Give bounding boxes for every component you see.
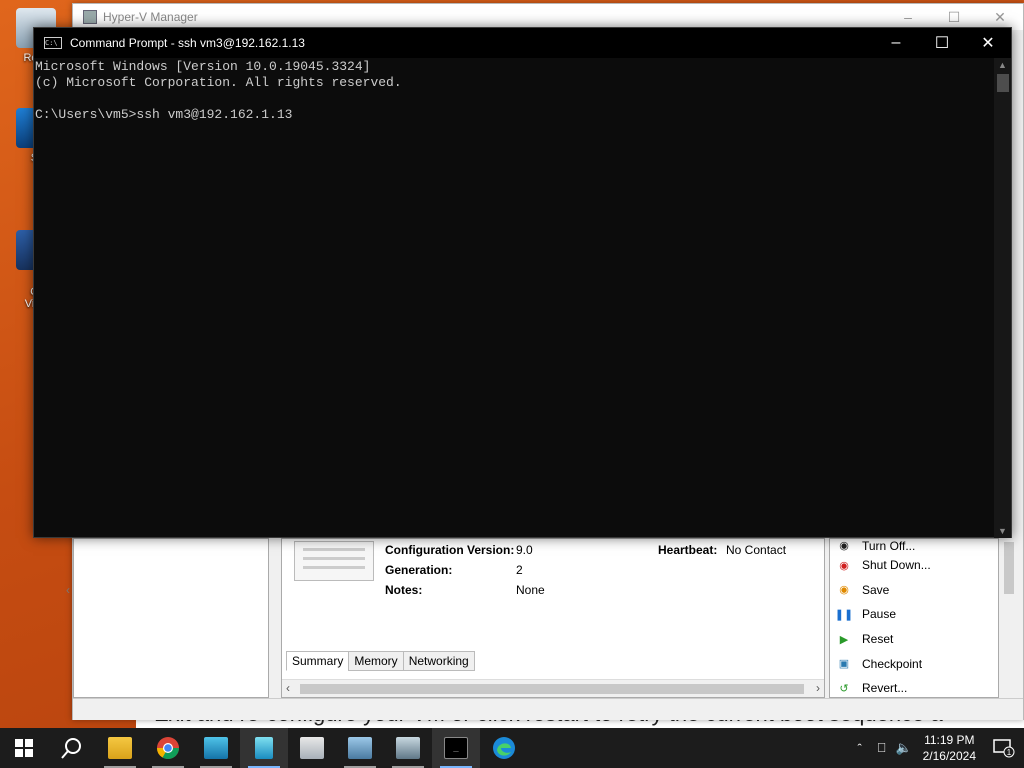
action-checkpoint[interactable]: ▣ Checkpoint bbox=[830, 651, 998, 676]
pause-icon: ❚❚ bbox=[834, 608, 854, 621]
taskbar-mail[interactable] bbox=[288, 728, 336, 768]
cmd-titlebar[interactable]: C:\ Command Prompt - ssh vm3@192.162.1.1… bbox=[34, 28, 1011, 58]
cmd-icon: _ bbox=[444, 737, 468, 759]
action-label: Revert... bbox=[862, 681, 908, 696]
terminal-line: C:\Users\vm5>ssh vm3@192.162.1.13 bbox=[35, 107, 293, 122]
taskbar-edge[interactable] bbox=[480, 728, 528, 768]
scrollbar-thumb[interactable] bbox=[997, 74, 1009, 92]
scroll-right-icon[interactable]: › bbox=[816, 681, 820, 695]
volume-muted-icon[interactable]: 🔈 bbox=[893, 740, 915, 756]
notification-icon: 1 bbox=[993, 739, 1015, 758]
vm-thumbnail[interactable] bbox=[294, 541, 374, 581]
checkpoint-icon: ▣ bbox=[838, 658, 850, 671]
chevron-up-icon[interactable]: ˆ bbox=[849, 741, 871, 756]
action-label: Shut Down... bbox=[862, 558, 931, 573]
terminal-output[interactable]: Microsoft Windows [Version 10.0.19045.33… bbox=[34, 58, 994, 536]
taskbar-hyperv-quick[interactable] bbox=[240, 728, 288, 768]
minimize-button[interactable]: – bbox=[873, 28, 919, 58]
clock[interactable]: 11:19 PM 2/16/2024 bbox=[915, 732, 984, 764]
terminal-scrollbar[interactable]: ▲ ▼ bbox=[994, 58, 1011, 538]
generation-label: Generation: bbox=[385, 563, 453, 577]
config-version-label: Configuration Version: bbox=[385, 543, 515, 557]
taskbar-cmd[interactable]: _ bbox=[432, 728, 480, 768]
notification-count: 1 bbox=[1007, 748, 1012, 757]
hyperv-icon bbox=[204, 737, 228, 759]
status-bar bbox=[73, 698, 1023, 720]
taskbar-network[interactable] bbox=[336, 728, 384, 768]
collapse-arrow-icon[interactable]: ‹ bbox=[66, 583, 70, 597]
window-title: Hyper-V Manager bbox=[103, 10, 198, 24]
action-label: Reset bbox=[862, 632, 894, 647]
config-version-value: 9.0 bbox=[516, 543, 533, 557]
taskbar-server[interactable] bbox=[384, 728, 432, 768]
tab-memory[interactable]: Memory bbox=[348, 651, 404, 671]
terminal-line: ​ bbox=[35, 91, 994, 107]
shut-down-icon: ◉ bbox=[839, 559, 849, 572]
network-tray-icon[interactable]: ⎕ bbox=[871, 740, 893, 756]
actions-scrollbar[interactable] bbox=[1001, 538, 1017, 698]
terminal-line: Microsoft Windows [Version 10.0.19045.33… bbox=[35, 59, 371, 74]
taskbar-chrome[interactable] bbox=[144, 728, 192, 768]
command-prompt-window: C:\ Command Prompt - ssh vm3@192.162.1.1… bbox=[33, 27, 1012, 538]
scrollbar-thumb[interactable] bbox=[300, 684, 804, 694]
scroll-left-icon[interactable]: ‹ bbox=[286, 681, 290, 695]
search-icon bbox=[61, 738, 81, 759]
file-explorer-icon bbox=[108, 737, 132, 759]
taskbar-file-explorer[interactable] bbox=[96, 728, 144, 768]
action-revert[interactable]: ↺ Revert... bbox=[830, 676, 998, 701]
details-tabs: Summary Memory Networking bbox=[286, 651, 475, 671]
action-label: Turn Off... bbox=[862, 539, 916, 553]
action-pause[interactable]: ❚❚ Pause bbox=[830, 602, 998, 627]
heartbeat-value: No Contact bbox=[726, 543, 787, 557]
action-label: Checkpoint bbox=[862, 656, 923, 671]
server-icon bbox=[396, 737, 420, 759]
action-reset[interactable]: ▶ Reset bbox=[830, 627, 998, 652]
system-tray: ˆ ⎕ 🔈 11:19 PM 2/16/2024 1 bbox=[849, 728, 1024, 768]
hyperv-tree-pane[interactable]: ‹ bbox=[66, 538, 269, 698]
chrome-icon bbox=[157, 737, 179, 759]
revert-icon: ↺ bbox=[839, 682, 849, 695]
time-display: 11:19 PM bbox=[924, 733, 975, 747]
action-label: Save bbox=[862, 582, 890, 597]
windows-start-icon bbox=[15, 739, 33, 757]
actions-pane: ◉ Turn Off... ◉ Shut Down... ◉ Save ❚❚ P… bbox=[829, 538, 999, 698]
maximize-button[interactable]: ☐ bbox=[919, 28, 965, 58]
scrollbar-thumb[interactable] bbox=[1004, 542, 1014, 594]
edge-icon bbox=[493, 737, 515, 759]
reset-icon: ▶ bbox=[839, 633, 849, 646]
vm-details-pane: Configuration Version: 9.0 Generation: 2… bbox=[281, 538, 825, 698]
notes-label: Notes: bbox=[385, 583, 423, 597]
action-save[interactable]: ◉ Save bbox=[830, 578, 998, 603]
notification-button[interactable]: 1 bbox=[984, 738, 1024, 758]
tab-summary[interactable]: Summary bbox=[286, 651, 350, 671]
start-button[interactable] bbox=[0, 728, 48, 768]
save-icon: ◉ bbox=[839, 584, 849, 597]
action-turn-off[interactable]: ◉ Turn Off... bbox=[830, 539, 998, 553]
action-label: Pause bbox=[862, 607, 897, 622]
close-button[interactable]: ✕ bbox=[965, 28, 1011, 58]
hyperv-quick-create-icon bbox=[255, 737, 273, 759]
hyperv-app-icon bbox=[83, 10, 97, 24]
date-display: 2/16/2024 bbox=[922, 749, 976, 763]
search-button[interactable] bbox=[48, 728, 96, 768]
action-shut-down[interactable]: ◉ Shut Down... bbox=[830, 553, 998, 578]
cmd-app-icon: C:\ bbox=[44, 37, 62, 49]
scroll-up-icon[interactable]: ▲ bbox=[998, 60, 1007, 70]
horizontal-scrollbar[interactable]: ‹ › bbox=[282, 679, 824, 697]
tab-networking[interactable]: Networking bbox=[402, 651, 475, 671]
taskbar-hyperv-manager[interactable] bbox=[192, 728, 240, 768]
scroll-down-icon[interactable]: ▼ bbox=[998, 526, 1007, 536]
network-icon bbox=[348, 737, 372, 759]
notes-value: None bbox=[516, 583, 545, 597]
taskbar: _ ˆ ⎕ 🔈 11:19 PM 2/16/2024 1 bbox=[0, 728, 1024, 768]
generation-value: 2 bbox=[516, 563, 523, 577]
window-title: Command Prompt - ssh vm3@192.162.1.13 bbox=[70, 36, 305, 50]
terminal-line: (c) Microsoft Corporation. All rights re… bbox=[35, 75, 402, 90]
turn-off-icon: ◉ bbox=[839, 539, 849, 552]
heartbeat-label: Heartbeat: bbox=[658, 543, 718, 557]
mail-icon bbox=[300, 737, 324, 759]
